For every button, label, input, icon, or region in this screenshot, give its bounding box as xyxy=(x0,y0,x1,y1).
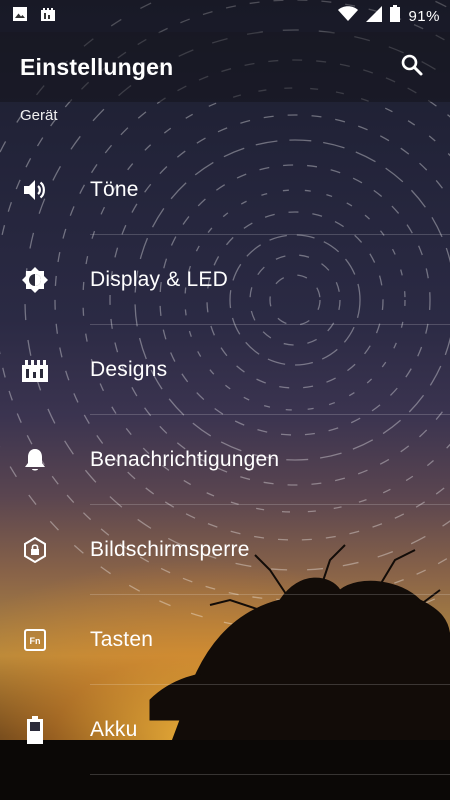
battery-percent: 91% xyxy=(408,7,440,25)
settings-item-buttons[interactable]: Fn Tasten xyxy=(0,595,450,685)
page-title: Einstellungen xyxy=(20,53,174,80)
settings-item-label: Tasten xyxy=(90,628,154,651)
status-bar: 91% xyxy=(0,0,450,32)
search-button[interactable] xyxy=(392,47,432,87)
settings-item-sound[interactable]: Töne xyxy=(0,145,450,235)
brightness-icon xyxy=(21,266,49,294)
settings-item-notifications[interactable]: Benachrichtigungen xyxy=(0,415,450,505)
theme-icon xyxy=(40,6,56,27)
search-icon xyxy=(400,53,424,82)
battery-icon xyxy=(21,716,49,744)
settings-item-lockscreen[interactable]: Bildschirmsperre xyxy=(0,505,450,595)
svg-text:Fn: Fn xyxy=(30,636,41,646)
volume-icon xyxy=(21,176,49,204)
image-icon xyxy=(12,6,28,27)
settings-item-display[interactable]: Display & LED xyxy=(0,235,450,325)
toolbar: Einstellungen xyxy=(0,32,450,102)
settings-item-label: Töne xyxy=(90,178,139,201)
settings-item-label: Benachrichtigungen xyxy=(90,448,280,471)
theme-icon xyxy=(21,356,49,384)
settings-item-label: Designs xyxy=(90,358,168,381)
settings-item-label: Akku xyxy=(90,718,138,741)
fn-key-icon: Fn xyxy=(21,626,49,654)
settings-item-label: Bildschirmsperre xyxy=(90,538,250,561)
wifi-icon xyxy=(338,5,359,27)
settings-item-label: Display & LED xyxy=(90,268,228,291)
settings-item-battery[interactable]: Akku xyxy=(0,685,450,775)
battery-icon xyxy=(390,5,401,27)
settings-item-designs[interactable]: Designs xyxy=(0,325,450,415)
settings-list: Töne Display & LED Designs Benachrichtig… xyxy=(0,145,450,775)
signal-icon xyxy=(366,5,383,27)
bell-icon xyxy=(21,446,49,474)
lock-icon xyxy=(21,536,49,564)
section-header: Gerät xyxy=(20,107,58,124)
divider xyxy=(90,774,450,775)
